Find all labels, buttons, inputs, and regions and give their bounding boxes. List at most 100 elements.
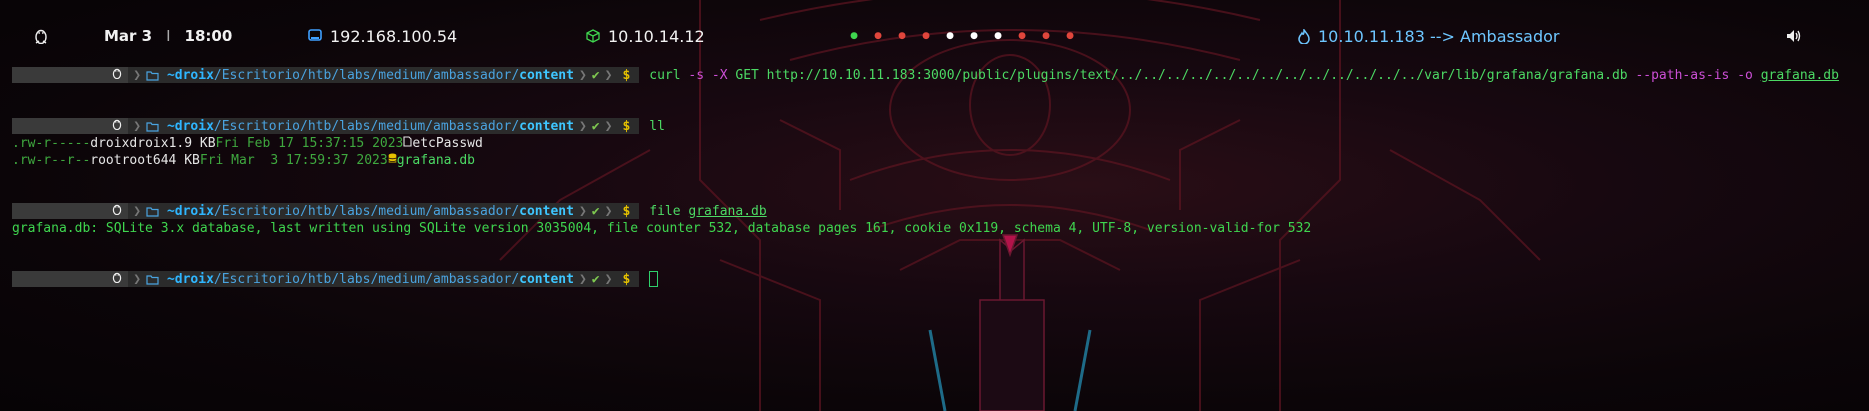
vpn-ip-text: 10.10.14.12 [608, 26, 705, 46]
chevron-right-icon: ❯ [133, 203, 142, 219]
file-icon [403, 135, 412, 151]
cmd-name: curl [649, 67, 681, 83]
path-home: ~droix [166, 203, 214, 219]
chevron-right-icon: ❯ [604, 203, 613, 219]
prompt-os-segment [12, 271, 129, 287]
path-current: content [519, 67, 574, 83]
workspace-dot[interactable]: ● [938, 20, 962, 52]
prompt-symbol: $ [622, 203, 631, 219]
prompt-os-segment [12, 67, 129, 83]
os-indicator[interactable] [34, 20, 48, 52]
workspace-dot[interactable]: ● [1058, 20, 1082, 52]
linux-tux-icon [34, 52, 122, 98]
file-size: 644 KB [152, 152, 200, 168]
status-bar: Mar 3 I 18:00 192.168.100.54 10.10.14.12… [0, 20, 1869, 52]
check-icon: ✔ [591, 271, 600, 287]
prompt-symbol: $ [622, 118, 631, 134]
file-name: grafana.db [396, 152, 475, 168]
path-current: content [519, 118, 574, 134]
command-line-2: ❯ ~droix/Escritorio/htb/labs/medium/amba… [12, 117, 665, 135]
cmd-args: GET http://10.10.11.183:3000/public/plug… [735, 67, 1628, 83]
workspace-indicators: ● ● ● ● ● ● ● ● ● ● [842, 20, 1082, 52]
prompt-symbol: $ [622, 271, 631, 287]
path-current: content [519, 203, 574, 219]
list-item: .rw-r--r-- root root 644 KB Fri Mar 3 17… [12, 151, 475, 169]
command-output: grafana.db: SQLite 3.x database, last wr… [12, 220, 1312, 236]
file-date: Fri Feb 17 15:37:15 2023 [215, 135, 404, 151]
file-user: root [90, 152, 122, 168]
cmd-flag: -s [688, 67, 705, 83]
file-size: 1.9 KB [168, 135, 216, 151]
volume-control[interactable] [1786, 20, 1802, 52]
path-home: ~droix [166, 271, 214, 287]
file-date: Fri Mar 3 17:59:37 2023 [199, 152, 388, 168]
target-indicator: 10.10.11.183 --> Ambassador [1298, 20, 1560, 52]
workspace-dot[interactable]: ● [842, 20, 866, 52]
workspace-dot[interactable]: ● [914, 20, 938, 52]
cube-icon [586, 29, 600, 43]
chevron-right-icon: ❯ [133, 67, 142, 83]
check-icon: ✔ [591, 203, 600, 219]
prompt-path: ~droix/Escritorio/htb/labs/medium/ambass… [159, 271, 574, 287]
linux-tux-icon [34, 28, 48, 44]
workspace-dot[interactable]: ● [1010, 20, 1034, 52]
prompt-path: ~droix/Escritorio/htb/labs/medium/ambass… [159, 203, 574, 219]
monitor-icon [308, 29, 322, 43]
prompt-path: ~droix/Escritorio/htb/labs/medium/ambass… [159, 118, 574, 134]
cmd-flag: --path-as-is [1635, 67, 1730, 83]
chevron-right-icon: ❯ [578, 203, 587, 219]
workspace-dot[interactable]: ● [962, 20, 986, 52]
check-icon: ✔ [591, 118, 600, 134]
folder-icon [146, 67, 159, 83]
path-middle: /Escritorio/htb/labs/medium/ambassador/ [213, 118, 520, 134]
workspace-dot[interactable]: ● [866, 20, 890, 52]
clock-date: Mar 3 [104, 27, 153, 45]
prompt-symbol: $ [622, 67, 631, 83]
file-perms: .rw-r----- [12, 135, 91, 151]
linux-tux-icon [34, 256, 122, 302]
chevron-right-icon: ❯ [604, 118, 613, 134]
command-line-4[interactable]: ❯ ~droix/Escritorio/htb/labs/medium/amba… [12, 270, 659, 288]
cmd-name: file [649, 203, 681, 219]
file-group: root [121, 152, 153, 168]
database-icon [388, 153, 397, 168]
local-ip-text: 192.168.100.54 [330, 26, 458, 46]
prompt: ❯ ~droix/Escritorio/htb/labs/medium/amba… [12, 118, 640, 134]
flame-icon [1298, 28, 1310, 44]
chevron-right-icon: ❯ [604, 67, 613, 83]
file-group: droix [129, 135, 169, 151]
prompt: ❯ ~droix/Escritorio/htb/labs/medium/amba… [12, 67, 640, 83]
cmd-file-arg: grafana.db [1760, 67, 1839, 83]
file-name: etcPasswd [412, 135, 483, 151]
chevron-right-icon: ❯ [133, 118, 142, 134]
workspace-dot[interactable]: ● [986, 20, 1010, 52]
command-text: file grafana.db [649, 204, 766, 219]
chevron-right-icon: ❯ [604, 271, 613, 287]
folder-icon [146, 118, 159, 134]
workspace-dot[interactable]: ● [1034, 20, 1058, 52]
path-home: ~droix [166, 67, 214, 83]
chevron-right-icon: ❯ [578, 67, 587, 83]
prompt-os-segment [12, 203, 129, 219]
chevron-right-icon: ❯ [133, 271, 142, 287]
list-item: .rw-r----- droix droix 1.9 KB Fri Feb 17… [12, 134, 483, 152]
chevron-right-icon: ❯ [578, 118, 587, 134]
file-user: droix [90, 135, 130, 151]
cmd-flag: -X [711, 67, 728, 83]
clock: Mar 3 I 18:00 [104, 20, 232, 52]
workspace-dot[interactable]: ● [890, 20, 914, 52]
path-middle: /Escritorio/htb/labs/medium/ambassador/ [213, 271, 520, 287]
file-perms: .rw-r--r-- [12, 152, 91, 168]
prompt-os-segment [12, 118, 129, 134]
command-text: curl -s -X GET http://10.10.11.183:3000/… [649, 68, 1839, 83]
prompt: ❯ ~droix/Escritorio/htb/labs/medium/amba… [12, 271, 640, 287]
text-cursor[interactable] [649, 271, 659, 287]
chevron-right-icon: ❯ [578, 271, 587, 287]
local-ip: 192.168.100.54 [308, 20, 457, 52]
cmd-flag: -o [1737, 67, 1753, 83]
prompt-path: ~droix/Escritorio/htb/labs/medium/ambass… [159, 67, 574, 83]
folder-icon [146, 203, 159, 219]
path-current: content [519, 271, 574, 287]
clock-separator: I [166, 27, 171, 45]
command-line-3: ❯ ~droix/Escritorio/htb/labs/medium/amba… [12, 202, 767, 220]
